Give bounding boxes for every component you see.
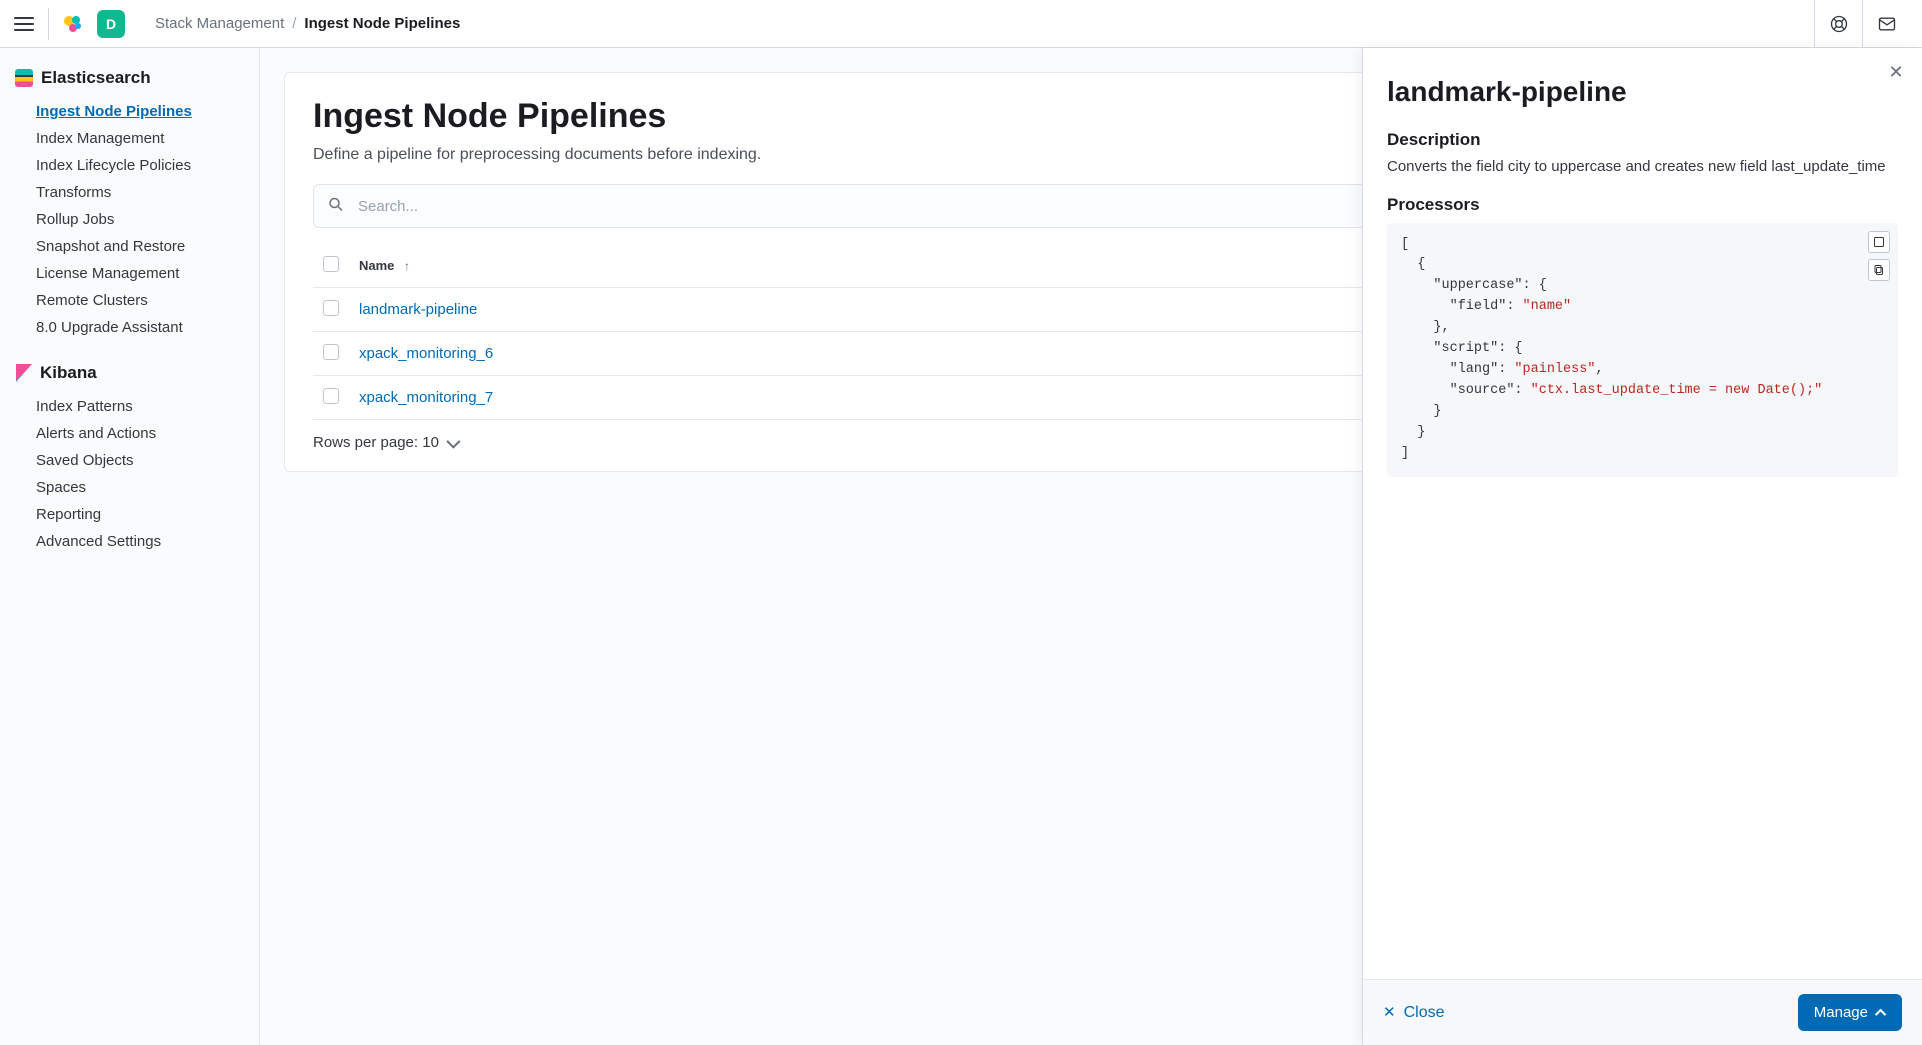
sidebar-item-advanced-settings[interactable]: Advanced Settings: [12, 528, 247, 555]
close-icon[interactable]: ✕: [1886, 62, 1906, 82]
elastic-logo-icon[interactable]: [61, 12, 85, 36]
hamburger-menu-icon[interactable]: [12, 12, 36, 36]
chevron-down-icon: [446, 434, 460, 448]
sidebar-nav: Elasticsearch Ingest Node Pipelines Inde…: [0, 48, 260, 1045]
mail-icon[interactable]: [1862, 0, 1910, 48]
rows-per-page-label: Rows per page: 10: [313, 434, 439, 451]
close-button-label: Close: [1404, 1004, 1445, 1022]
sidebar-item-index-management[interactable]: Index Management: [12, 125, 247, 152]
chevron-up-icon: [1875, 1008, 1886, 1019]
expand-code-icon[interactable]: [1868, 231, 1890, 253]
breadcrumb: Stack Management / Ingest Node Pipelines: [155, 15, 460, 32]
nav-section-kibana-title: Kibana: [40, 363, 97, 383]
vertical-divider: [48, 8, 49, 40]
copy-code-icon[interactable]: [1868, 259, 1890, 281]
pipeline-link-xpack7[interactable]: xpack_monitoring_7: [359, 389, 493, 406]
breadcrumb-parent[interactable]: Stack Management: [155, 15, 284, 32]
pipeline-detail-flyout: ✕ landmark-pipeline Description Converts…: [1362, 48, 1922, 1045]
sidebar-item-rollup-jobs[interactable]: Rollup Jobs: [12, 206, 247, 233]
nav-section-kibana-header: Kibana: [12, 363, 247, 383]
sidebar-item-spaces[interactable]: Spaces: [12, 474, 247, 501]
description-heading: Description: [1387, 130, 1898, 150]
kibana-icon: [16, 364, 32, 382]
row-checkbox[interactable]: [323, 300, 339, 316]
sidebar-item-alerts-actions[interactable]: Alerts and Actions: [12, 420, 247, 447]
sidebar-item-upgrade-assistant[interactable]: 8.0 Upgrade Assistant: [12, 314, 247, 341]
sidebar-item-transforms[interactable]: Transforms: [12, 179, 247, 206]
manage-button-label: Manage: [1814, 1004, 1868, 1021]
help-icon[interactable]: [1814, 0, 1862, 48]
sidebar-item-reporting[interactable]: Reporting: [12, 501, 247, 528]
description-text: Converts the field city to uppercase and…: [1387, 156, 1898, 179]
breadcrumb-current: Ingest Node Pipelines: [304, 15, 460, 32]
flyout-title: landmark-pipeline: [1387, 76, 1898, 108]
sidebar-item-ilm[interactable]: Index Lifecycle Policies: [12, 152, 247, 179]
elasticsearch-icon: [15, 69, 33, 87]
sidebar-item-remote-clusters[interactable]: Remote Clusters: [12, 287, 247, 314]
column-header-name-label: Name: [359, 258, 394, 273]
nav-section-elasticsearch-header: Elasticsearch: [12, 68, 247, 88]
sidebar-item-license-management[interactable]: License Management: [12, 260, 247, 287]
sort-ascending-icon: ↑: [404, 259, 410, 273]
close-button[interactable]: ✕ Close: [1383, 1004, 1444, 1022]
top-header: D Stack Management / Ingest Node Pipelin…: [0, 0, 1922, 48]
close-x-icon: ✕: [1383, 1005, 1396, 1020]
manage-button[interactable]: Manage: [1798, 994, 1902, 1031]
sidebar-item-ingest-pipelines[interactable]: Ingest Node Pipelines: [12, 98, 247, 125]
processors-codeblock: [ { "uppercase": { "field": "name" }, "s…: [1387, 223, 1898, 477]
space-selector-badge[interactable]: D: [97, 10, 125, 38]
pipeline-link-landmark[interactable]: landmark-pipeline: [359, 301, 477, 318]
flyout-footer: ✕ Close Manage: [1363, 979, 1922, 1045]
sidebar-item-saved-objects[interactable]: Saved Objects: [12, 447, 247, 474]
breadcrumb-separator: /: [292, 15, 296, 32]
pipeline-link-xpack6[interactable]: xpack_monitoring_6: [359, 345, 493, 362]
sidebar-item-index-patterns[interactable]: Index Patterns: [12, 393, 247, 420]
row-checkbox[interactable]: [323, 388, 339, 404]
nav-section-elasticsearch-title: Elasticsearch: [41, 68, 151, 88]
select-all-checkbox[interactable]: [323, 256, 339, 272]
row-checkbox[interactable]: [323, 344, 339, 360]
sidebar-item-snapshot-restore[interactable]: Snapshot and Restore: [12, 233, 247, 260]
search-icon: [327, 196, 345, 217]
processors-heading: Processors: [1387, 195, 1898, 215]
